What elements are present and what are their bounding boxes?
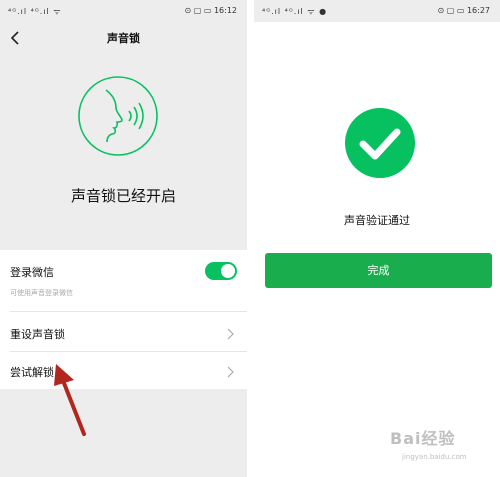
verification-message: 声音验证通过 [344, 214, 410, 227]
login-wechat-label: 登录微信 [10, 266, 54, 279]
login-wechat-sublabel: 可使用声音登录微信 [10, 289, 73, 297]
divider [10, 351, 247, 352]
voice-face-icon [78, 76, 158, 156]
status-time: 16:12 [213, 6, 237, 15]
signal-indicators: ⁴ᴳ.ıl ⁴ᴳ.ıl ᯤ [8, 7, 62, 16]
verification-result-screen: ⁴ᴳ.ıl ⁴ᴳ.ıl ᯤ ● ⊙ ▢ ▭ 16:27 声音验证通过 完成 Ba… [254, 0, 500, 477]
reset-voice-lock-label: 重设声音锁 [10, 328, 65, 341]
status-icons: ⊙ ▢ ▭ [184, 6, 212, 15]
status-icons: ⊙ ▢ ▭ [437, 6, 465, 15]
status-bar: ⁴ᴳ.ıl ⁴ᴳ.ıl ᯤ ⊙ ▢ ▭ 16:12 [0, 0, 247, 22]
voice-lock-screen: ⁴ᴳ.ıl ⁴ᴳ.ıl ᯤ ⊙ ▢ ▭ 16:12 声音锁 声音锁已经开启 登录… [0, 0, 247, 477]
baidu-jingyan-watermark: Bai经验 jingyan.baidu.com [390, 425, 480, 467]
page-title: 声音锁 [107, 32, 140, 45]
pointer-arrow-icon [54, 364, 86, 436]
done-button[interactable]: 完成 [265, 253, 492, 288]
watermark-brand: Bai经验 [390, 429, 456, 448]
chevron-right-icon [227, 328, 234, 340]
success-check-icon [345, 108, 415, 178]
status-bar: ⁴ᴳ.ıl ⁴ᴳ.ıl ᯤ ● ⊙ ▢ ▭ 16:27 [254, 0, 500, 22]
watermark-url: jingyan.baidu.com [402, 453, 467, 461]
voice-lock-status: 声音锁已经开启 [70, 187, 176, 205]
status-time: 16:27 [466, 6, 490, 15]
chevron-right-icon [227, 366, 234, 378]
nav-bar: 声音锁 [0, 22, 247, 54]
login-wechat-toggle[interactable] [205, 262, 237, 280]
signal-indicators: ⁴ᴳ.ıl ⁴ᴳ.ıl ᯤ ● [262, 7, 328, 16]
divider [10, 311, 247, 312]
toggle-knob [221, 264, 235, 278]
